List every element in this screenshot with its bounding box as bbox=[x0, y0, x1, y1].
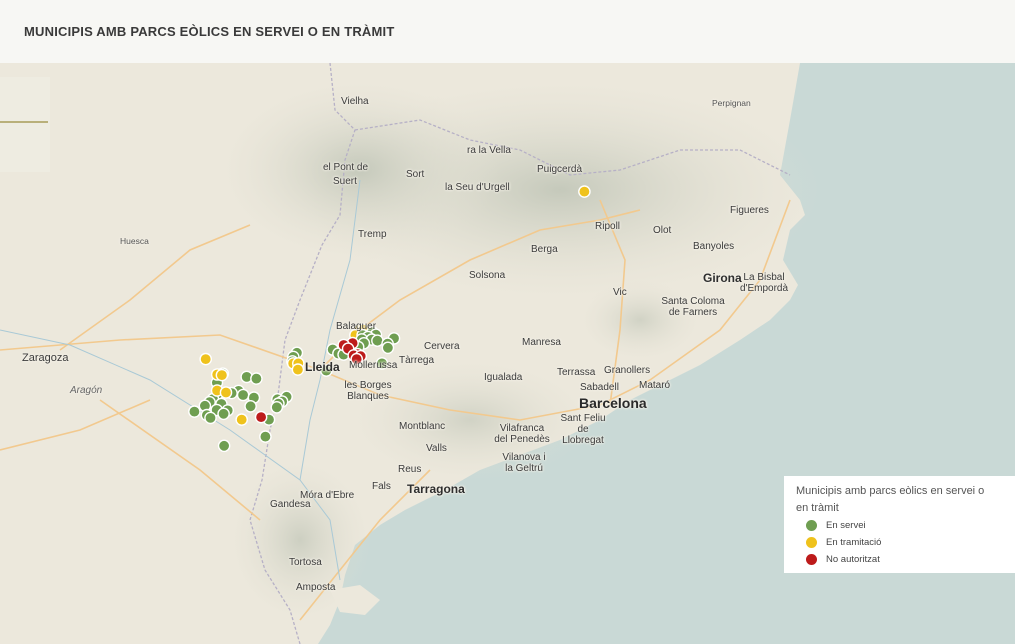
marker-in-service[interactable] bbox=[236, 388, 250, 402]
montseny-relief bbox=[580, 280, 700, 360]
marker-in-service[interactable] bbox=[217, 439, 231, 453]
legend-swatch-yellow bbox=[806, 537, 817, 548]
place-label-barcelona: Barcelona bbox=[579, 395, 647, 411]
place-label-lleida: Lleida bbox=[305, 360, 340, 374]
marker-in-service[interactable] bbox=[188, 405, 201, 418]
header-bar: MUNICIPIS AMB PARCS EÒLICS EN SERVEI O E… bbox=[0, 0, 1015, 63]
place-label-zaragoza: Zaragoza bbox=[22, 352, 69, 364]
place-label-cervera: Cervera bbox=[424, 341, 460, 352]
place-label-igualada: Igualada bbox=[484, 372, 523, 383]
legend-label: En servei bbox=[826, 520, 866, 531]
place-label-andorra: ra la Vella bbox=[467, 145, 511, 156]
place-label-bisbal: La Bisbal d'Empordà bbox=[739, 272, 789, 294]
place-label-perpignan: Perpignan bbox=[712, 98, 751, 108]
place-label-amposta: Amposta bbox=[296, 582, 336, 593]
place-label-valls: Valls bbox=[426, 443, 447, 454]
place-label-pont-de: el Pont de bbox=[323, 162, 369, 173]
legend-title: Municipis amb parcs eòlics en servei o e… bbox=[796, 485, 985, 514]
place-label-tremp: Tremp bbox=[358, 229, 387, 240]
legend-item-in-process[interactable]: En tramitació bbox=[806, 534, 1004, 551]
page-title: MUNICIPIS AMB PARCS EÒLICS EN SERVEI O E… bbox=[24, 24, 395, 39]
map-canvas[interactable]: Vielha Perpignan ra la Vella el Pont de … bbox=[0, 0, 1015, 644]
legend-swatch-red bbox=[806, 554, 817, 565]
place-label-mollerussa: Mollerussa bbox=[349, 360, 398, 371]
ebro-delta bbox=[330, 585, 380, 615]
place-label-vic: Vic bbox=[613, 287, 627, 298]
place-label-ripoll: Ripoll bbox=[595, 221, 621, 232]
place-label-suert: Suert bbox=[333, 176, 357, 187]
place-label-sort: Sort bbox=[406, 169, 425, 180]
place-label-manresa: Manresa bbox=[522, 337, 561, 348]
place-label-vielha: Vielha bbox=[341, 96, 369, 107]
place-label-falset: Fals bbox=[372, 481, 391, 492]
marker-in-process[interactable] bbox=[199, 352, 212, 366]
place-label-balaguer: Balaguer bbox=[336, 321, 377, 332]
marker-in-process[interactable] bbox=[215, 368, 229, 382]
legend-label: En tramitació bbox=[826, 537, 882, 548]
place-label-montblanc: Montblanc bbox=[399, 421, 446, 432]
place-label-sabadell: Sabadell bbox=[580, 382, 619, 393]
place-label-vilanova: Vilanova i la Geltrú bbox=[502, 452, 546, 474]
place-label-berga: Berga bbox=[531, 244, 558, 255]
legend-swatch-green bbox=[806, 520, 817, 531]
place-label-seu: la Seu d'Urgell bbox=[445, 182, 510, 193]
place-label-gandesa: Gandesa bbox=[270, 499, 311, 510]
marker-not-authorized[interactable] bbox=[254, 410, 268, 424]
marker-in-service[interactable] bbox=[217, 407, 230, 421]
marker-in-process[interactable] bbox=[219, 386, 233, 399]
place-label-tarragona: Tarragona bbox=[407, 482, 465, 496]
place-label-girona: Girona bbox=[703, 271, 742, 285]
marker-in-process[interactable] bbox=[291, 363, 305, 376]
marker-in-service[interactable] bbox=[259, 430, 272, 443]
region-label-aragon: Aragón bbox=[70, 385, 103, 396]
marker-in-service[interactable] bbox=[270, 400, 284, 414]
place-label-huesca: Huesca bbox=[120, 236, 149, 246]
place-label-tarrega: Tàrrega bbox=[399, 355, 435, 366]
marker-in-service[interactable] bbox=[381, 341, 395, 355]
marker-in-service[interactable] bbox=[371, 334, 384, 348]
place-label-vilafranca: Vilafranca del Penedès bbox=[494, 423, 550, 445]
place-label-reus: Reus bbox=[398, 464, 422, 475]
marker-in-process[interactable] bbox=[235, 413, 248, 426]
marker-in-service[interactable] bbox=[244, 399, 257, 413]
place-label-solsona: Solsona bbox=[469, 270, 506, 281]
place-label-terrassa: Terrassa bbox=[557, 367, 596, 378]
place-label-banyoles: Banyoles bbox=[693, 241, 735, 252]
place-label-puigcerda: Puigcerdà bbox=[537, 164, 583, 175]
map-legend: Municipis amb parcs eòlics en servei o e… bbox=[784, 476, 1015, 573]
place-label-sant-feliu: Sant Feliu de Llobregat bbox=[560, 413, 606, 446]
overlay-divider bbox=[0, 121, 48, 123]
marker-in-service[interactable] bbox=[204, 411, 217, 425]
legend-label: No autoritzat bbox=[826, 554, 880, 565]
map-overlay-panel bbox=[0, 77, 50, 172]
place-label-mataro: Mataró bbox=[639, 380, 671, 391]
place-label-granollers: Granollers bbox=[604, 365, 651, 376]
place-label-olot: Olot bbox=[653, 225, 672, 236]
marker-in-process[interactable] bbox=[578, 185, 591, 198]
prelitoral-relief bbox=[350, 360, 590, 480]
legend-item-in-service[interactable]: En servei bbox=[806, 517, 1004, 534]
place-label-santa-coloma: Santa Coloma de Farners bbox=[661, 296, 725, 318]
place-label-tortosa: Tortosa bbox=[289, 557, 322, 568]
legend-item-not-authorized[interactable]: No autoritzat bbox=[806, 551, 1004, 568]
place-label-borges: les Borges Blanques bbox=[344, 380, 392, 402]
marker-in-service[interactable] bbox=[250, 372, 263, 385]
place-label-figueres: Figueres bbox=[730, 205, 769, 216]
